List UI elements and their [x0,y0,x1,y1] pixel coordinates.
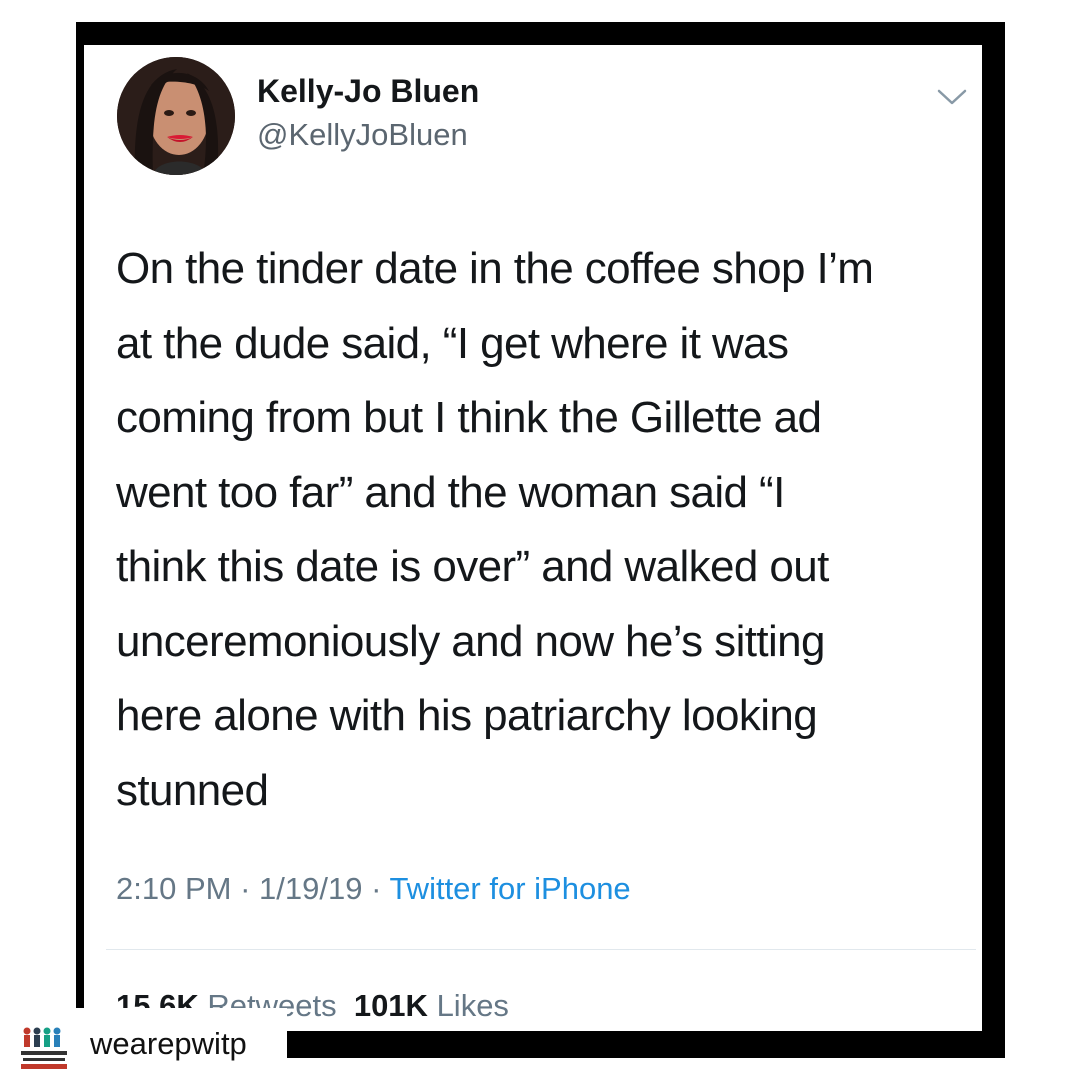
handle[interactable]: @KellyJoBluen [257,117,468,153]
meta-separator: · [231,871,260,906]
tweet-meta: 2:10 PM · 1/19/19 · Twitter for iPhone [116,871,631,907]
divider [106,949,976,950]
repost-username[interactable]: wearepwitp [90,1026,247,1062]
likes-count[interactable]: 101K [354,988,428,1023]
tweet-card: Kelly-Jo Bluen @KellyJoBluen On the tind… [84,45,982,1031]
tweet-time: 2:10 PM [116,871,232,906]
chevron-down-icon[interactable] [936,87,968,107]
avatar-image [117,57,235,175]
tweet-source-link[interactable]: Twitter for iPhone [389,871,630,906]
avatar[interactable] [117,57,235,175]
display-name[interactable]: Kelly-Jo Bluen [257,73,479,110]
tweet-date: 1/19/19 [259,871,363,906]
tweet-text: On the tinder date in the coffee shop I’… [116,244,874,815]
meta-separator: · [362,871,390,906]
repost-logo-icon [19,1025,69,1071]
likes-label[interactable]: Likes [437,988,509,1023]
